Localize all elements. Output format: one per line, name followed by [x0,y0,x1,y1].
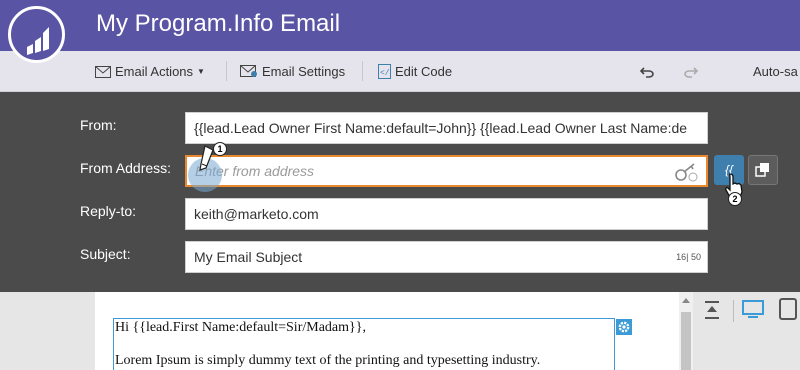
marketo-logo-icon[interactable] [8,6,65,63]
copy-button[interactable] [748,155,778,185]
from-label: From: [80,117,117,133]
autosave-label: Auto-sa [753,64,798,79]
subject-value: My Email Subject [194,249,303,265]
mobile-view-icon[interactable] [778,298,798,320]
undo-button[interactable] [640,51,658,92]
caret-down-icon: ▼ [197,67,205,76]
toolbar-divider [226,61,227,81]
scroll-up-arrow-icon[interactable] [682,298,690,303]
scroll-to-top-icon[interactable] [704,300,720,320]
redo-button[interactable] [684,51,702,92]
toolbar-divider [733,300,734,322]
desktop-view-icon[interactable] [742,300,764,320]
app-header: My Program.Info Email [0,0,800,51]
code-file-icon: </> [378,64,391,79]
toolbar-divider [362,61,363,81]
page-title: My Program.Info Email [96,10,341,37]
edit-code-label: Edit Code [395,64,453,79]
subject-label: Subject: [80,246,131,262]
copy-icon [755,163,769,177]
edit-code-button[interactable]: </> Edit Code [378,51,452,92]
from-address-label: From Address: [80,160,172,176]
from-value: {{lead.Lead Owner First Name:default=Joh… [194,120,688,136]
reply-to-field[interactable]: keith@marketo.com [185,198,708,230]
subject-char-counter: 16| 50 [676,252,701,262]
subject-field[interactable]: My Email Subject 16| 50 [185,241,708,273]
reply-to-label: Reply-to: [80,203,137,219]
email-settings-label: Email Settings [262,64,346,79]
scroll-thumb[interactable] [681,312,691,370]
email-settings-button[interactable]: Email Settings [240,51,345,92]
toolbar: Email Actions ▼ Email Settings </> Edit … [0,51,800,92]
email-actions-menu[interactable]: Email Actions ▼ [95,51,205,92]
envelope-settings-icon [240,65,257,77]
redo-icon [684,66,698,78]
callout-badge-1: 1 [213,142,227,156]
svg-text:</>: </> [380,69,391,78]
greeting-text[interactable]: Hi {{lead.First Name:default=Sir/Madam}}… [115,320,366,336]
autosave-status: Auto-sa [753,51,798,92]
envelope-icon [95,65,111,78]
body-paragraph[interactable]: Lorem Ipsum is simply dummy text of the … [115,353,540,369]
from-field[interactable]: {{lead.Lead Owner First Name:default=Joh… [185,112,708,144]
from-address-field[interactable]: Enter from address [185,155,708,187]
key-icon[interactable] [674,162,700,182]
reply-to-value: keith@marketo.com [194,206,319,222]
gear-icon[interactable] [616,319,632,335]
callout-badge-2: 2 [728,192,742,206]
undo-icon [640,66,654,78]
email-actions-label: Email Actions [115,64,194,79]
